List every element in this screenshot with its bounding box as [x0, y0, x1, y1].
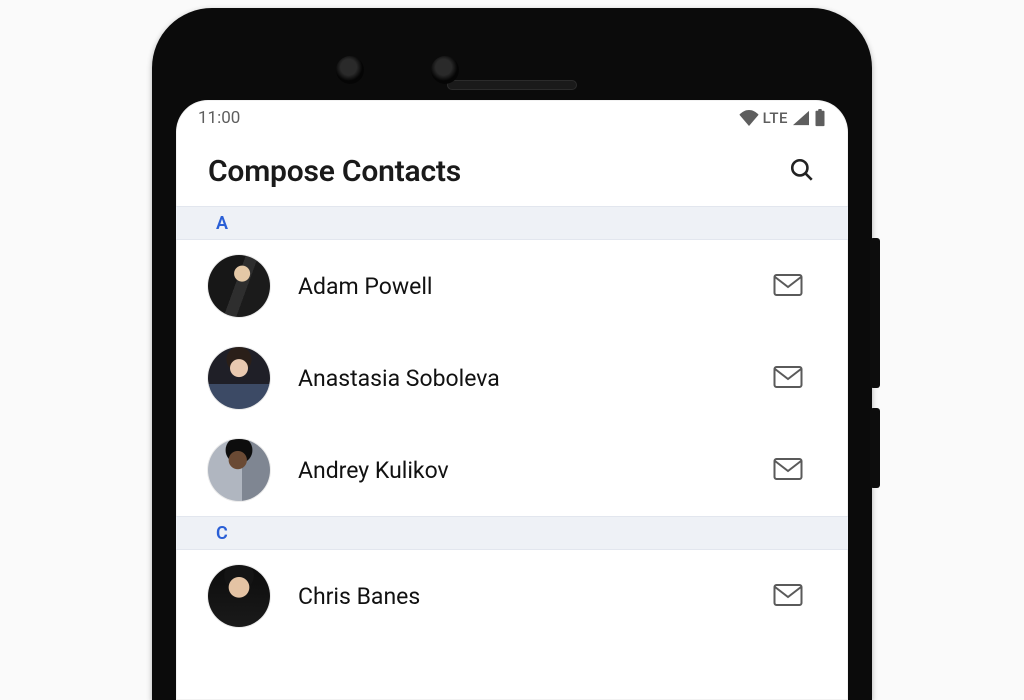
status-bar: 11:00 LTE	[176, 100, 848, 136]
avatar	[208, 347, 270, 409]
status-right-cluster: LTE	[739, 109, 826, 127]
section-letter: C	[216, 523, 228, 544]
section-header-a: A	[176, 206, 848, 240]
app-bar: Compose Contacts	[176, 136, 848, 206]
contact-row[interactable]: Anastasia Soboleva	[176, 332, 848, 424]
contact-name: Andrey Kulikov	[298, 457, 740, 484]
section-header-c: C	[176, 516, 848, 550]
front-camera-icon	[336, 56, 364, 84]
search-icon	[789, 157, 815, 186]
mail-icon	[773, 583, 803, 610]
mail-button[interactable]	[768, 576, 808, 616]
earpiece-speaker	[447, 80, 577, 90]
contact-name: Chris Banes	[298, 583, 740, 610]
section-letter: A	[216, 213, 228, 234]
mail-icon	[773, 273, 803, 300]
contact-row[interactable]: Chris Banes	[176, 550, 848, 642]
phone-screen: 11:00 LTE Compose Contacts	[176, 100, 848, 700]
mail-icon	[773, 365, 803, 392]
contact-name: Anastasia Soboleva	[298, 365, 740, 392]
contact-row[interactable]: Adam Powell	[176, 240, 848, 332]
battery-icon	[814, 109, 826, 127]
wifi-icon	[739, 110, 759, 126]
contacts-list[interactable]: A Adam Powell Anastasia Soboleva	[176, 206, 848, 700]
mail-button[interactable]	[768, 358, 808, 398]
avatar	[208, 439, 270, 501]
contact-row[interactable]: Andrey Kulikov	[176, 424, 848, 516]
avatar	[208, 565, 270, 627]
phone-bezel	[176, 28, 848, 100]
mail-button[interactable]	[768, 450, 808, 490]
avatar	[208, 255, 270, 317]
status-time: 11:00	[198, 108, 240, 128]
search-button[interactable]	[782, 151, 822, 191]
power-button	[870, 408, 880, 488]
mail-icon	[773, 457, 803, 484]
contact-name: Adam Powell	[298, 273, 740, 300]
phone-frame: 11:00 LTE Compose Contacts	[152, 8, 872, 700]
volume-rocker	[870, 238, 880, 388]
sensor-icon	[431, 56, 459, 84]
network-label: LTE	[763, 109, 788, 127]
mail-button[interactable]	[768, 266, 808, 306]
page-title: Compose Contacts	[208, 154, 461, 189]
cell-signal-icon	[792, 110, 810, 126]
